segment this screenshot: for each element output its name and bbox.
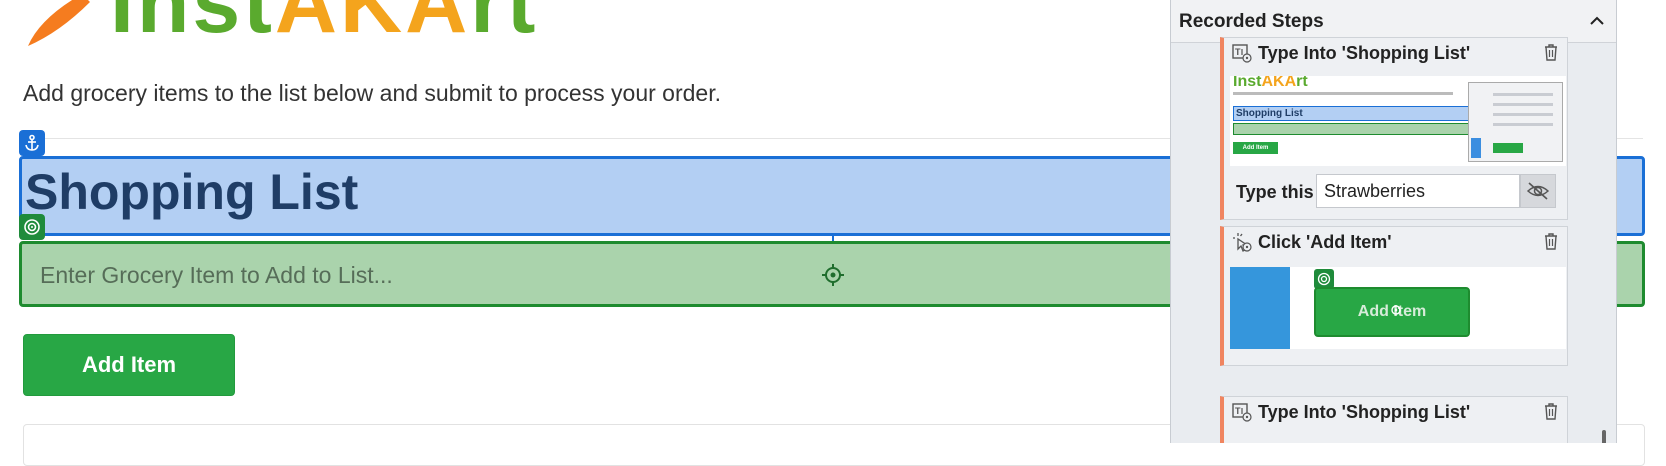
step-title: Click 'Add Item' bbox=[1258, 232, 1392, 252]
scrollbar-thumb[interactable] bbox=[1602, 430, 1606, 443]
svg-text:T: T bbox=[1235, 47, 1241, 57]
mini-input bbox=[1233, 123, 1483, 135]
svg-text:T: T bbox=[1235, 406, 1241, 416]
steps-list[interactable]: T Type Into 'Shopping List' InstAKArt Sh… bbox=[1171, 37, 1616, 443]
type-this-label: Type this bbox=[1236, 182, 1314, 202]
crosshair-icon bbox=[822, 264, 844, 286]
mini-heading: Shopping List bbox=[1233, 106, 1483, 121]
logo-wordmark: InstAKArt bbox=[110, 0, 539, 51]
step-header: T Type Into 'Shopping List' bbox=[1224, 397, 1567, 427]
chevron-up-icon[interactable] bbox=[1588, 12, 1606, 30]
recorded-steps-panel: Recorded Steps T Type Into 'Shopping Lis… bbox=[1170, 0, 1617, 443]
intro-text: Add grocery items to the list below and … bbox=[23, 80, 721, 106]
instakart-logo: InstAKArt bbox=[20, 0, 535, 51]
type-text-icon: T bbox=[1232, 403, 1252, 422]
mini-panel bbox=[1468, 82, 1563, 162]
input-placeholder: Enter Grocery Item to Add to List... bbox=[40, 262, 393, 288]
anchor-icon[interactable] bbox=[19, 130, 45, 156]
mini-add-button: Add Item bbox=[1233, 142, 1278, 154]
step-header: T Type Into 'Shopping List' bbox=[1224, 38, 1567, 68]
step-header: Click 'Add Item' bbox=[1224, 227, 1567, 257]
step-title: Type Into 'Shopping List' bbox=[1258, 402, 1471, 422]
trash-icon[interactable] bbox=[1543, 43, 1559, 61]
carrot-icon bbox=[28, 0, 90, 46]
mini-intro bbox=[1233, 92, 1453, 95]
trash-icon[interactable] bbox=[1543, 402, 1559, 420]
eye-off-icon bbox=[1526, 182, 1550, 200]
crosshair-icon bbox=[1391, 305, 1401, 315]
target-icon bbox=[1314, 269, 1334, 289]
type-value-field[interactable]: Strawberries bbox=[1316, 174, 1520, 208]
step-item[interactable]: Click 'Add Item' Add Item bbox=[1220, 226, 1568, 366]
add-item-button[interactable]: Add Item bbox=[23, 334, 235, 396]
click-icon bbox=[1233, 233, 1252, 252]
page-title: Shopping List bbox=[25, 164, 359, 220]
mini-logo: InstAKArt bbox=[1233, 76, 1308, 90]
step-item[interactable]: T Type Into 'Shopping List' InstAKArt Sh… bbox=[1220, 37, 1568, 220]
type-text-icon: T bbox=[1232, 44, 1252, 63]
type-this-row: Type this Strawberries bbox=[1236, 174, 1562, 210]
panel-title: Recorded Steps bbox=[1179, 11, 1324, 32]
target-icon[interactable] bbox=[19, 214, 45, 240]
trash-icon[interactable] bbox=[1543, 232, 1559, 250]
hide-value-button[interactable] bbox=[1520, 174, 1556, 208]
step-title: Type Into 'Shopping List' bbox=[1258, 43, 1471, 63]
thumb-blue-block bbox=[1230, 267, 1290, 349]
step-item[interactable]: T Type Into 'Shopping List' bbox=[1220, 396, 1568, 443]
step-screenshot-thumbnail: InstAKArt Shopping List Add Item bbox=[1230, 76, 1566, 166]
step-screenshot-thumbnail: Add Item bbox=[1230, 267, 1566, 349]
